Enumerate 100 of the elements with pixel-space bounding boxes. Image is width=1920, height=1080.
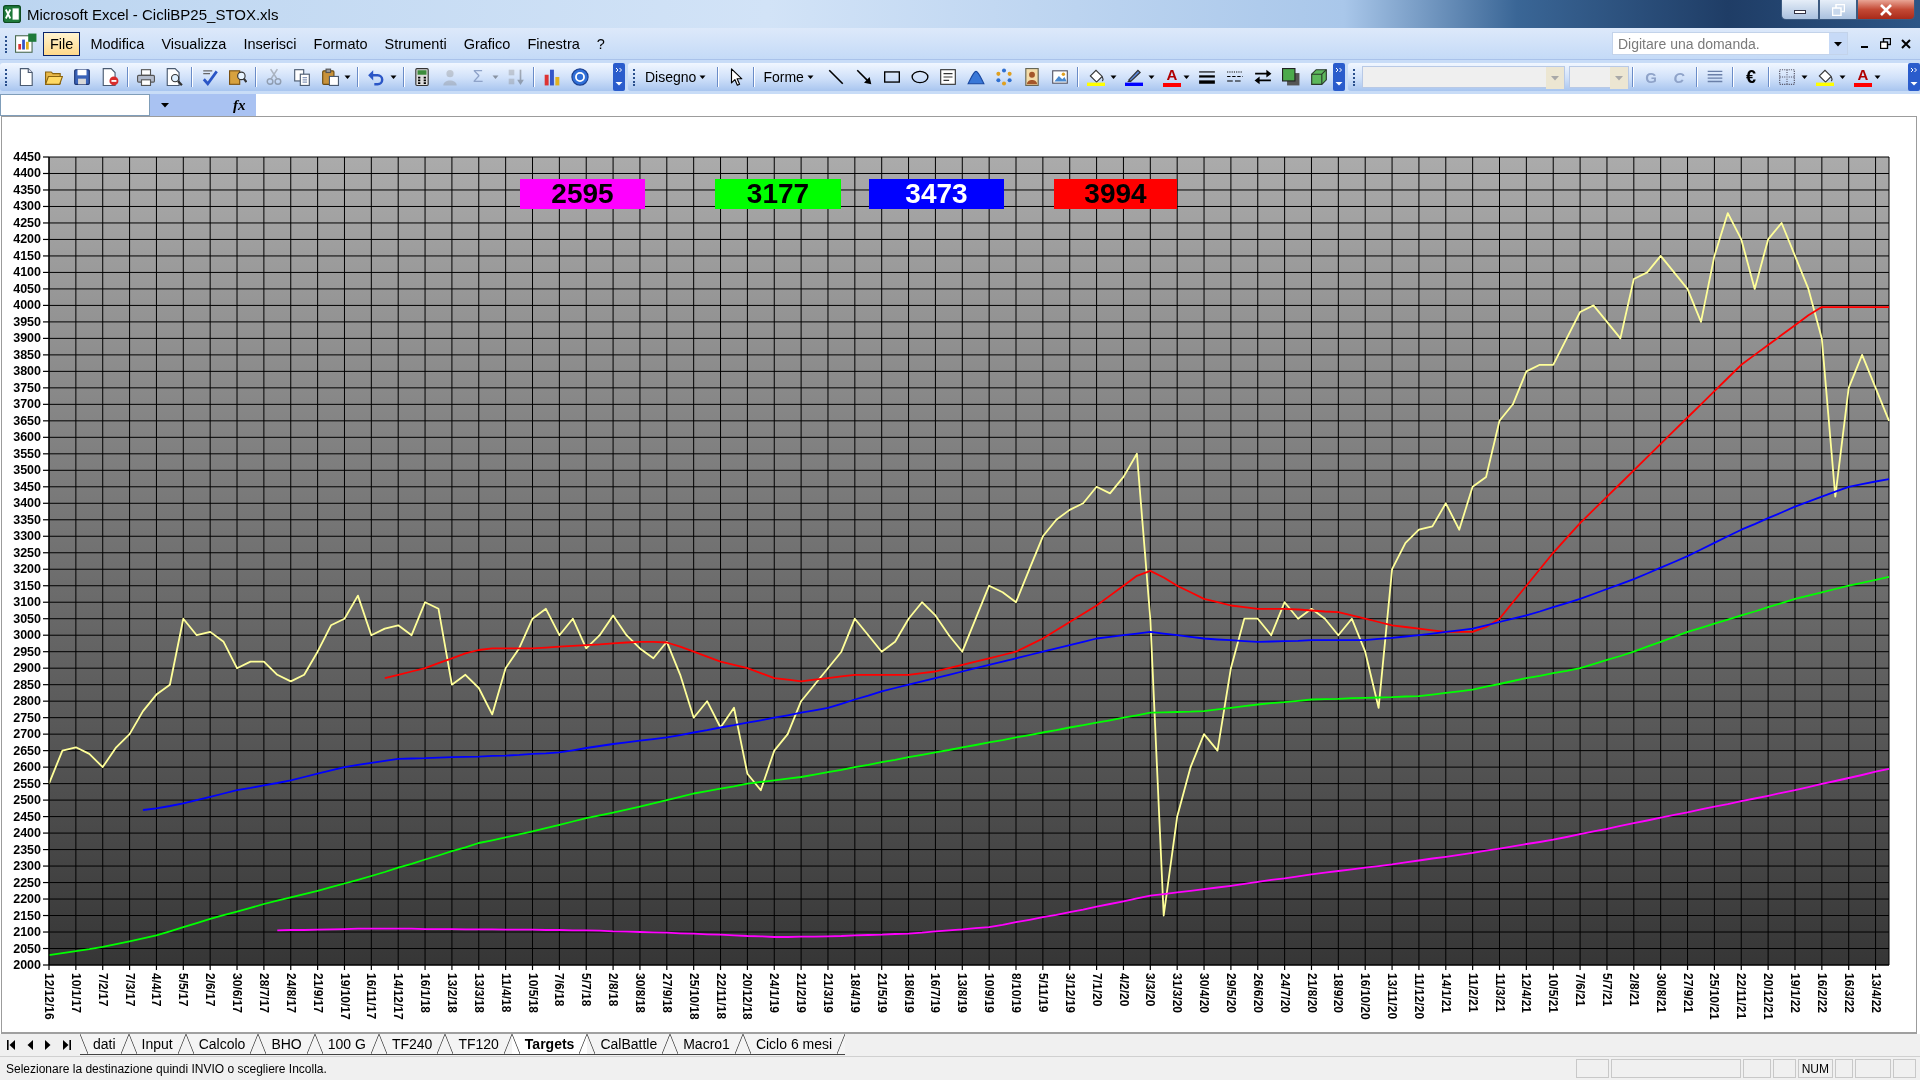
paint-bucket-icon[interactable] xyxy=(1816,68,1834,86)
paint-bucket-icon[interactable] xyxy=(1086,68,1105,86)
undo-icon[interactable] xyxy=(367,68,385,86)
x-axis-label: 3/3/20 xyxy=(1143,973,1158,1007)
toolbar-grip-icon[interactable] xyxy=(632,68,636,86)
function-label[interactable]: fx xyxy=(233,96,246,114)
rectangle-icon[interactable] xyxy=(882,68,901,86)
skip-right-icon[interactable] xyxy=(62,1038,72,1051)
y-axis-label: 3150 xyxy=(13,578,41,593)
document-icon[interactable] xyxy=(15,32,37,55)
toolbar-options-icon[interactable] xyxy=(1908,63,1920,91)
y-axis-label: 3900 xyxy=(13,331,41,346)
sheet-tab[interactable]: 100 G xyxy=(314,1034,379,1055)
value-tag: 3473 xyxy=(869,179,1004,209)
x-axis-label: 27/9/18 xyxy=(659,973,674,1014)
sheet-tab[interactable]: Ciclo 6 mesi xyxy=(742,1034,846,1055)
name-box-field[interactable] xyxy=(0,94,150,116)
x-axis-label: 10/5/18 xyxy=(525,973,540,1014)
printer-icon[interactable] xyxy=(137,68,155,86)
x-axis-label: 13/3/18 xyxy=(471,973,486,1014)
menu-item[interactable]: Grafico xyxy=(456,31,518,56)
skip-left-icon[interactable] xyxy=(6,1038,16,1051)
folder-icon[interactable] xyxy=(45,68,63,86)
cube-icon[interactable] xyxy=(1309,68,1328,86)
menu-item[interactable]: Formato xyxy=(306,31,375,56)
copy-icon[interactable] xyxy=(293,68,311,86)
y-axis-label: 2350 xyxy=(13,842,41,857)
hill-shape-icon[interactable] xyxy=(966,68,985,86)
font-color-button[interactable]: A xyxy=(1162,67,1181,87)
y-axis-label: 3500 xyxy=(13,463,41,478)
menu-item[interactable]: Strumenti xyxy=(377,31,454,56)
toolbar-grip-icon[interactable] xyxy=(4,68,8,86)
toolbar-options-icon[interactable] xyxy=(613,63,625,91)
checkmark-icon[interactable] xyxy=(201,68,219,86)
restore-icon[interactable] xyxy=(1880,38,1891,49)
picture-icon[interactable] xyxy=(1050,68,1069,86)
y-axis-label: 3350 xyxy=(13,512,41,527)
shapes-menu-button[interactable]: Forme xyxy=(760,66,820,88)
menu-item[interactable]: Visualizza xyxy=(154,31,234,56)
y-axis-label: 3650 xyxy=(13,413,41,428)
y-axis-label: 4300 xyxy=(13,199,41,214)
portrait-icon[interactable] xyxy=(1022,68,1041,86)
menu-item[interactable]: Modifica xyxy=(83,31,152,56)
x-axis-label: 19/1/22 xyxy=(1788,973,1802,1014)
help-icon[interactable] xyxy=(571,68,589,86)
x-axis-label: 22/11/18 xyxy=(713,973,728,1020)
double-arrow-icon[interactable] xyxy=(1253,68,1272,86)
sheet-tab[interactable]: BHO xyxy=(258,1034,315,1055)
sheet-tab[interactable]: Input xyxy=(128,1034,186,1055)
oval-icon[interactable] xyxy=(910,68,929,86)
toolbar-options-icon[interactable] xyxy=(1333,63,1345,91)
sheet-tab[interactable]: Targets xyxy=(511,1034,588,1055)
menu-item[interactable]: Inserisci xyxy=(236,31,304,56)
book-magnifier-icon[interactable] xyxy=(229,68,247,86)
line-weight-icon[interactable] xyxy=(1197,68,1216,86)
new-document-icon[interactable] xyxy=(17,68,35,86)
y-axis-label: 3250 xyxy=(13,545,41,560)
restore-button[interactable] xyxy=(1819,0,1857,20)
menu-item[interactable]: Finestra xyxy=(520,31,587,56)
sheet-tab[interactable]: Macro1 xyxy=(670,1034,743,1055)
toolbar-grip-icon[interactable] xyxy=(4,34,8,53)
sheet-tab[interactable]: Calcolo xyxy=(185,1034,259,1055)
help-search-field[interactable]: Digitare una domanda. xyxy=(1612,32,1848,55)
y-axis-label: 2200 xyxy=(13,892,41,907)
close-button[interactable] xyxy=(1857,0,1915,20)
draw-menu-button[interactable]: Disegno xyxy=(642,66,713,88)
triangle-left-icon[interactable] xyxy=(26,1038,34,1051)
arrow-icon[interactable] xyxy=(854,68,873,86)
sheet-tab[interactable]: CalBattle xyxy=(587,1034,671,1055)
euro-button[interactable]: € xyxy=(1740,66,1762,88)
x-axis-label: 11/3/21 xyxy=(1492,973,1507,1013)
clipboard-icon[interactable] xyxy=(321,68,339,86)
triangle-right-icon[interactable] xyxy=(44,1038,52,1051)
window-title: Microsoft Excel - CicliBP25_STOX.xls xyxy=(27,5,279,23)
menu-item[interactable]: ? xyxy=(589,31,612,56)
text-box-icon[interactable] xyxy=(938,68,957,86)
shadow-square-icon[interactable] xyxy=(1281,68,1300,86)
bar-chart-icon[interactable] xyxy=(543,68,561,86)
y-axis-label: 3950 xyxy=(13,314,41,329)
y-axis-label: 2800 xyxy=(13,694,41,709)
font-color-button[interactable]: A xyxy=(1854,67,1872,87)
sheet-tab[interactable]: TF240 xyxy=(378,1034,446,1055)
y-axis-label: 4100 xyxy=(13,265,41,280)
menu-item[interactable]: File xyxy=(43,31,81,56)
x-axis-label: 30/4/20 xyxy=(1197,973,1211,1014)
y-axis-label: 3800 xyxy=(13,364,41,379)
grid-icon[interactable] xyxy=(1778,68,1796,86)
brush-icon[interactable] xyxy=(1124,68,1143,86)
calculator-icon[interactable] xyxy=(413,68,431,86)
print-preview-icon[interactable] xyxy=(165,68,183,86)
line-icon[interactable] xyxy=(826,68,845,86)
y-axis-label: 4150 xyxy=(13,248,41,263)
sheet-tab[interactable]: TF120 xyxy=(445,1034,512,1055)
y-axis-label: 3200 xyxy=(13,562,41,577)
close-icon[interactable] xyxy=(1901,38,1911,49)
sheet-tab[interactable]: dati xyxy=(80,1034,129,1055)
minimize-button[interactable] xyxy=(1781,0,1819,20)
dot-ring-icon[interactable] xyxy=(994,68,1013,86)
toolbar-grip-icon[interactable] xyxy=(1352,68,1356,86)
document-stop-icon[interactable] xyxy=(101,68,119,86)
